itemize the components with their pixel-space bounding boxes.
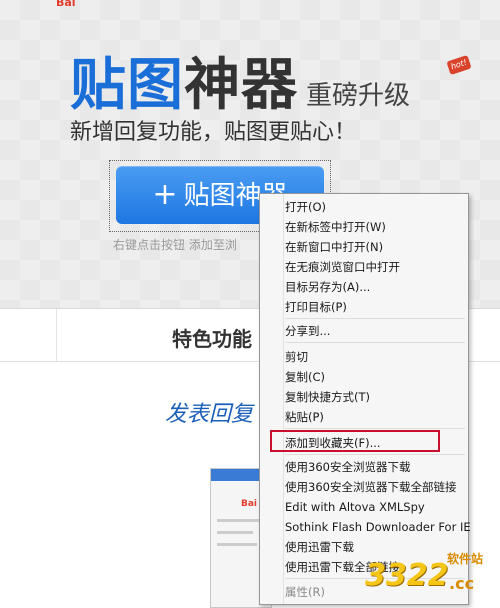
menu-item-open[interactable]: 打开(O) <box>285 198 326 216</box>
watermark-domain: .cc <box>449 574 475 593</box>
handwriting-heading: 发表回复 <box>165 402 254 427</box>
page-title: 贴图神器 重磅升级 <box>70 40 410 121</box>
title-dark-text: 神器 <box>184 53 298 118</box>
menu-item-paste[interactable]: 粘贴(P) <box>285 408 324 426</box>
menu-item-open-new-tab[interactable]: 在新标签中打开(W) <box>285 218 386 236</box>
menu-item-save-target[interactable]: 目标另存为(A)... <box>285 278 370 296</box>
menu-item-sothink-downloader[interactable]: Sothink Flash Downloader For IE <box>285 518 471 536</box>
slogan: 新增回复功能，贴图更贴心！ <box>70 120 357 145</box>
highlight-box <box>270 430 440 452</box>
menu-separator <box>285 318 465 319</box>
watermark-label: 软件站 <box>447 552 484 566</box>
menu-item-cut[interactable]: 剪切 <box>285 348 308 366</box>
watermark-logo: 3322 软件站 .cc <box>365 548 500 606</box>
feature-separator <box>56 309 57 361</box>
baidu-logo: Bai <box>56 0 76 9</box>
plus-icon: + <box>152 177 178 212</box>
hint-text: 右键点击按钮 添加至浏 <box>113 238 237 252</box>
watermark-number: 3322 <box>365 558 449 593</box>
title-subtitle: 重磅升级 <box>306 81 411 111</box>
menu-item-copy[interactable]: 复制(C) <box>285 368 325 386</box>
context-menu: 打开(O) 在新标签中打开(W) 在新窗口中打开(N) 在无痕浏览窗口中打开 目… <box>259 193 471 605</box>
menu-item-share[interactable]: 分享到... <box>285 322 330 340</box>
menu-item-print-target[interactable]: 打印目标(P) <box>285 298 347 316</box>
menu-separator <box>285 342 465 343</box>
menu-item-open-incognito[interactable]: 在无痕浏览窗口中打开 <box>285 258 400 276</box>
preview-line <box>217 531 253 534</box>
menu-item-360-download-all[interactable]: 使用360安全浏览器下载全部链接 <box>285 478 456 496</box>
hot-badge: hot! <box>446 54 472 76</box>
menu-item-open-new-window[interactable]: 在新窗口中打开(N) <box>285 238 383 256</box>
title-blue-text: 贴图 <box>70 53 184 118</box>
menu-item-properties[interactable]: 属性(R) <box>285 583 325 601</box>
menu-item-thunder-download[interactable]: 使用迅雷下载 <box>285 538 354 556</box>
menu-item-copy-shortcut[interactable]: 复制快捷方式(T) <box>285 388 370 406</box>
menu-item-360-download[interactable]: 使用360安全浏览器下载 <box>285 458 410 476</box>
menu-item-edit-xmlspy[interactable]: Edit with Altova XMLSpy <box>285 498 425 516</box>
menu-separator <box>285 428 465 429</box>
preview-line <box>217 519 261 522</box>
menu-separator <box>285 454 465 455</box>
preview-line <box>217 543 257 546</box>
feature-title: 特色功能 <box>172 327 252 351</box>
preview-logo: Bai <box>241 499 258 509</box>
menu-gutter <box>260 194 284 604</box>
